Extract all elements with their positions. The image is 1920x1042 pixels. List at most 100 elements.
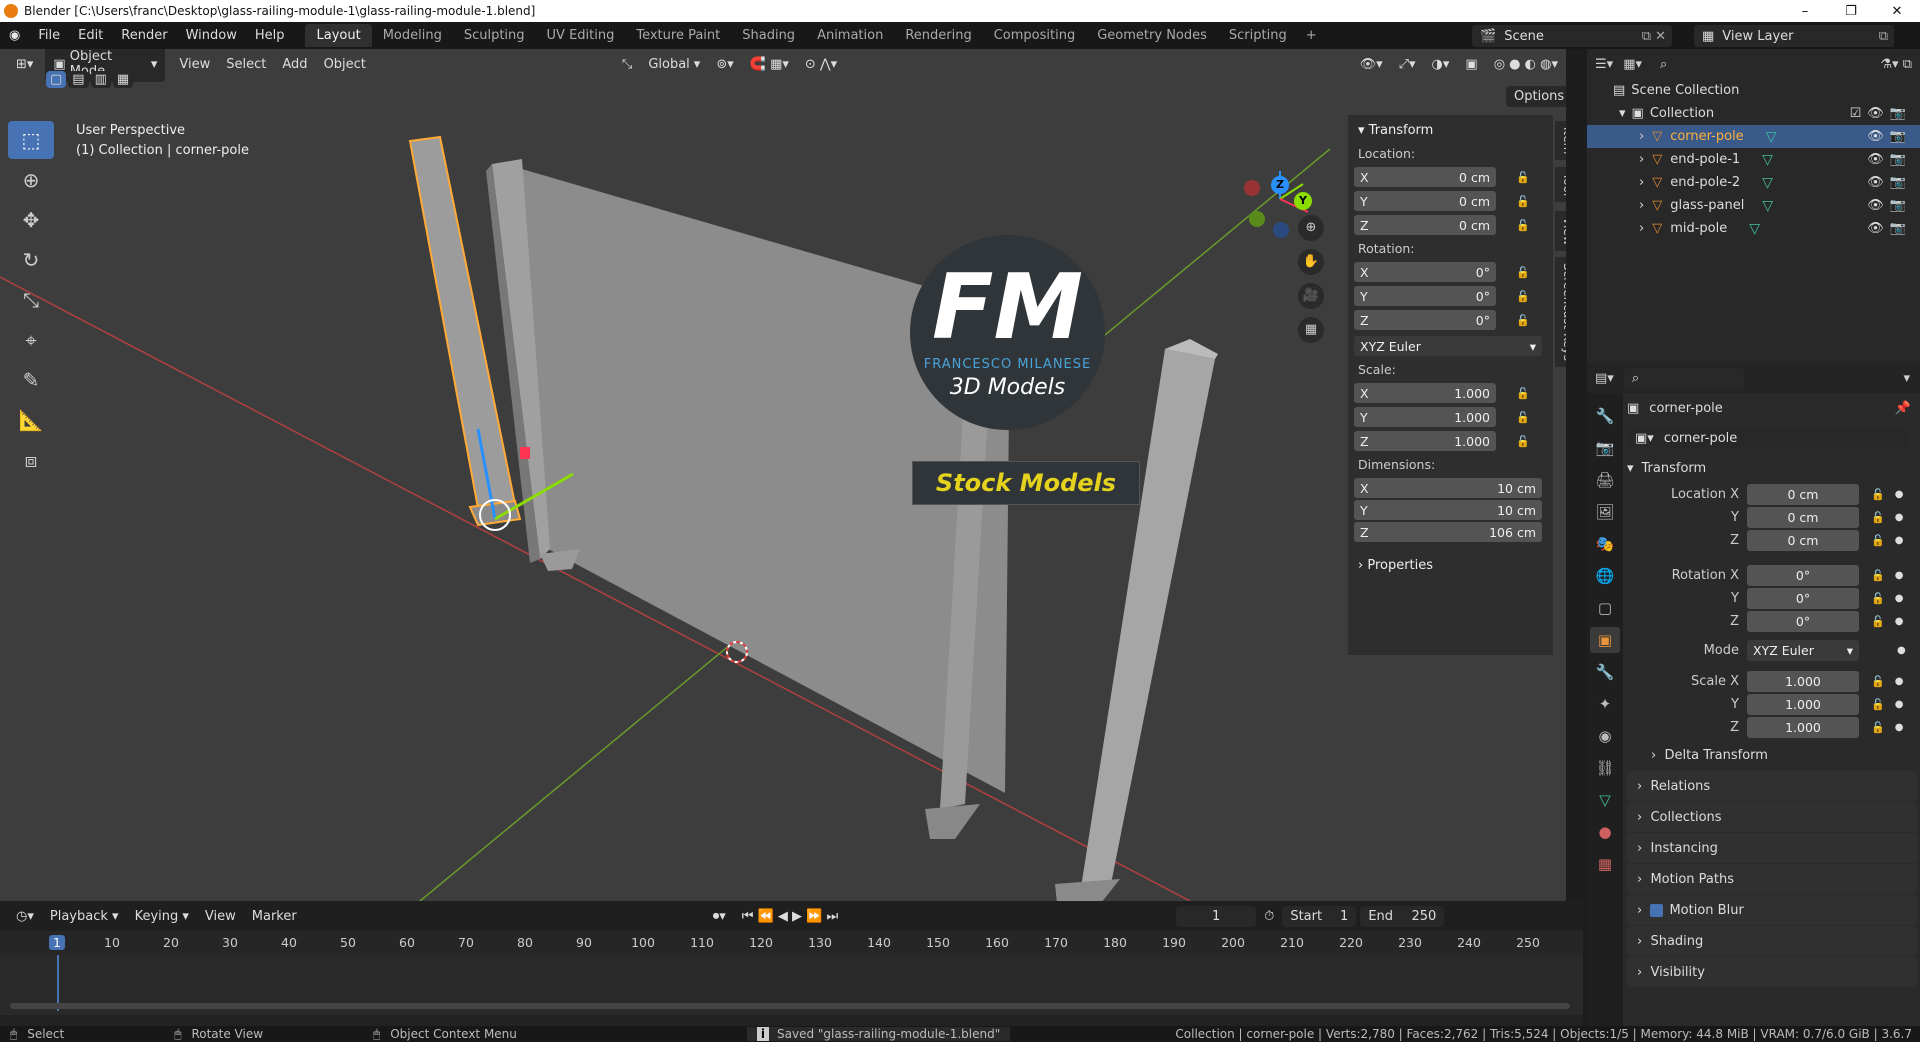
mesh-data-icon[interactable]: ▽ xyxy=(1766,129,1777,145)
3d-viewport[interactable]: Z Y X ⊕ ✋ 🎥 ▦ FM FRANCESCO MILANESE 3D M… xyxy=(0,49,1566,901)
transform-panel-header[interactable]: ▾ Transform xyxy=(1348,115,1553,142)
keyframe-dot-icon[interactable]: ● xyxy=(1895,616,1904,627)
keyframe-dot-icon[interactable]: ● xyxy=(1895,535,1904,546)
end-frame-field[interactable]: End 250 xyxy=(1360,905,1445,927)
menu-select[interactable]: Select xyxy=(218,54,274,75)
instancing-panel[interactable]: › Instancing xyxy=(1627,833,1917,863)
menu-file[interactable]: File xyxy=(29,28,69,43)
visibility-icon[interactable]: 👁▾ xyxy=(1352,54,1391,75)
constraints-tab-icon[interactable]: ⛓ xyxy=(1590,755,1620,781)
location-y-field[interactable]: Y 0 cm xyxy=(1354,191,1496,211)
nav-gizmo-y[interactable]: Y xyxy=(1294,192,1312,210)
lock-icon[interactable]: 🔓 xyxy=(1871,592,1885,605)
pan-hand-icon[interactable]: ✋ xyxy=(1298,249,1324,275)
lock-icon[interactable]: 🔓 xyxy=(1516,435,1530,448)
lock-icon[interactable]: 🔓 xyxy=(1516,290,1530,303)
lock-icon[interactable]: 🔓 xyxy=(1516,387,1530,400)
expand-chevron-icon[interactable]: › xyxy=(1639,198,1644,213)
expand-chevron-icon[interactable]: ▾ xyxy=(1619,106,1626,121)
material-tab-icon[interactable]: ● xyxy=(1590,819,1620,845)
overlay-toggle-icon[interactable]: ◑▾ xyxy=(1424,54,1458,75)
tab-geometry-nodes[interactable]: Geometry Nodes xyxy=(1086,24,1218,47)
collection-tab-icon[interactable]: ▢ xyxy=(1590,595,1620,621)
view-layer-tab-icon[interactable]: 🖼 xyxy=(1590,499,1620,525)
motion-blur-checkbox[interactable] xyxy=(1650,903,1664,917)
properties-panel-header[interactable]: › Properties xyxy=(1348,550,1553,577)
lock-icon[interactable]: 🔓 xyxy=(1871,511,1885,524)
lock-icon[interactable]: 🔓 xyxy=(1516,314,1530,327)
tab-view[interactable]: View xyxy=(1555,211,1566,252)
outliner-search-input[interactable]: ⌕ xyxy=(1652,53,1772,75)
location-z-input[interactable]: 0 cm xyxy=(1747,530,1859,551)
keyframe-dot-icon[interactable]: ● xyxy=(1895,722,1904,733)
location-z-field[interactable]: Z 0 cm xyxy=(1354,215,1496,235)
keyframe-dot-icon[interactable]: ● xyxy=(1895,489,1904,500)
lock-icon[interactable]: 🔓 xyxy=(1871,698,1885,711)
timeline-tracks[interactable] xyxy=(0,955,1583,1015)
tab-screencast-keys[interactable]: Screencast Keys xyxy=(1555,257,1566,367)
tab-modeling[interactable]: Modeling xyxy=(372,24,453,47)
scale-y-input[interactable]: 1.000 xyxy=(1747,694,1859,715)
particles-tab-icon[interactable]: ✦ xyxy=(1590,691,1620,717)
dimension-x-field[interactable]: X 10 cm xyxy=(1354,478,1542,498)
scene-selector[interactable]: 🎬 Scene ⧉ ✕ xyxy=(1472,25,1672,47)
rotation-mode-select[interactable]: XYZ Euler ▾ xyxy=(1747,640,1859,661)
select-intersect-icon[interactable]: ▦ xyxy=(112,71,134,88)
gizmo-toggle-icon[interactable]: ⤢▾ xyxy=(1391,54,1424,75)
add-workspace-icon[interactable]: + xyxy=(1298,28,1325,43)
start-frame-field[interactable]: Start 1 xyxy=(1282,905,1357,927)
view-layer-selector[interactable]: ▦ View Layer ⧉ xyxy=(1694,25,1894,47)
transform-section-header[interactable]: ▾ Transform xyxy=(1627,453,1917,483)
rotation-y-field[interactable]: Y 0° xyxy=(1354,286,1496,306)
visibility-toggles[interactable]: 👁📷 xyxy=(1867,175,1912,190)
collection-toggles[interactable]: ☑👁📷 xyxy=(1850,106,1912,121)
menu-add[interactable]: Add xyxy=(274,54,315,75)
keyframe-dot-icon[interactable]: ● xyxy=(1895,512,1904,523)
lock-icon[interactable]: 🔓 xyxy=(1516,219,1530,232)
playback-controls-icon[interactable]: ⏮ ⏪ ◀ ▶ ⏩ ⏭ xyxy=(734,906,846,927)
scale-z-field[interactable]: Z 1.000 xyxy=(1354,431,1496,451)
move-icon[interactable]: ✥ xyxy=(8,201,54,239)
motion-paths-panel[interactable]: › Motion Paths xyxy=(1627,864,1917,894)
menu-view[interactable]: View xyxy=(171,54,218,75)
close-button[interactable]: ✕ xyxy=(1874,4,1920,19)
options-button[interactable]: Options▾ xyxy=(1506,86,1566,107)
scale-x-field[interactable]: X 1.000 xyxy=(1354,383,1496,403)
data-tab-icon[interactable]: ▽ xyxy=(1590,787,1620,813)
rotation-z-input[interactable]: 0° xyxy=(1747,611,1859,632)
tab-uv-editing[interactable]: UV Editing xyxy=(536,24,626,47)
expand-chevron-icon[interactable]: › xyxy=(1639,129,1644,144)
tab-shading[interactable]: Shading xyxy=(731,24,806,47)
lock-icon[interactable]: 🔓 xyxy=(1516,195,1530,208)
keyframe-dot-icon[interactable]: ● xyxy=(1895,676,1904,687)
location-y-input[interactable]: 0 cm xyxy=(1747,507,1859,528)
select-box-icon[interactable]: ⬚ xyxy=(8,121,54,159)
expand-chevron-icon[interactable]: › xyxy=(1639,175,1644,190)
chevron-down-icon[interactable]: ▾ xyxy=(1903,371,1910,386)
tab-texture-paint[interactable]: Texture Paint xyxy=(625,24,731,47)
output-tab-icon[interactable]: 🖨 xyxy=(1590,467,1620,493)
frame-ruler[interactable]: 1 10 20 30 40 50 60 70 80 90 100 110 120… xyxy=(0,931,1583,955)
view-layer-actions-icon[interactable]: ⧉ xyxy=(1879,29,1888,44)
lock-icon[interactable]: 🔓 xyxy=(1871,721,1885,734)
outliner-item-mid-pole[interactable]: › ▽ mid-pole ▽ 👁📷 xyxy=(1587,217,1920,240)
tab-tool[interactable]: Tool xyxy=(1555,167,1566,203)
snap-icon[interactable]: 🧲 ▦▾ xyxy=(742,54,797,75)
timeline-view-menu[interactable]: View xyxy=(197,906,244,927)
location-x-field[interactable]: X 0 cm xyxy=(1354,167,1496,187)
xray-icon[interactable]: ▣ xyxy=(1457,54,1485,75)
scale-z-input[interactable]: 1.000 xyxy=(1747,717,1859,738)
visibility-toggles[interactable]: 👁📷 xyxy=(1867,129,1912,144)
tool-tab-icon[interactable]: 🔧 xyxy=(1590,403,1620,429)
tab-layout[interactable]: Layout xyxy=(305,24,372,47)
object-datablock-field[interactable]: ▣▾ corner-pole xyxy=(1627,427,1907,449)
lock-icon[interactable]: 🔓 xyxy=(1871,488,1885,501)
collections-panel[interactable]: › Collections xyxy=(1627,802,1917,832)
scene-collection-row[interactable]: ▤ Scene Collection xyxy=(1587,79,1920,102)
marker-menu[interactable]: Marker xyxy=(244,906,305,927)
shading-panel[interactable]: › Shading xyxy=(1627,926,1917,956)
outliner-item-corner-pole[interactable]: › ▽ corner-pole ▽ 👁📷 xyxy=(1587,125,1920,148)
tab-rendering[interactable]: Rendering xyxy=(894,24,982,47)
world-tab-icon[interactable]: 🌐 xyxy=(1590,563,1620,589)
lock-icon[interactable]: 🔓 xyxy=(1516,411,1530,424)
